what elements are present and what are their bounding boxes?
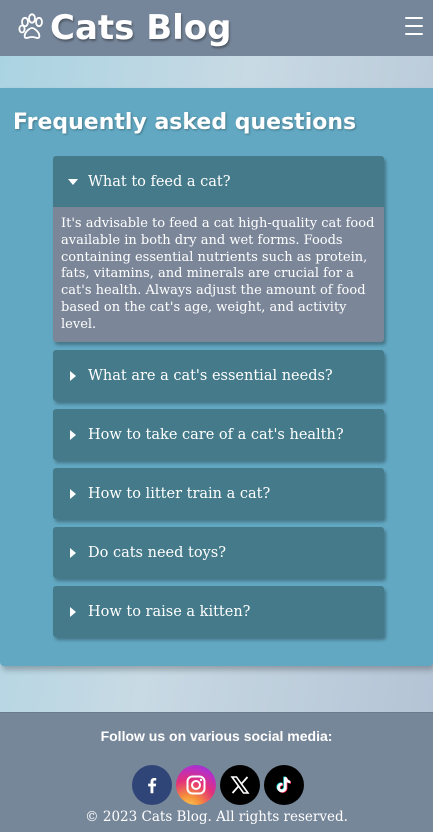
chevron-right-icon xyxy=(68,547,80,558)
hamburger-menu-icon[interactable] xyxy=(405,17,423,35)
hamburger-line xyxy=(405,17,423,19)
hamburger-line xyxy=(405,33,423,35)
faq-question-text: What are a cat's essential needs? xyxy=(88,367,333,384)
chevron-right-icon xyxy=(68,488,80,499)
faq-item: Do cats need toys? xyxy=(53,527,384,578)
faq-question-text: What to feed a cat? xyxy=(88,173,231,190)
copyright-text: © 2023 Cats Blog. All rights reserved. xyxy=(85,809,348,825)
faq-item: What to feed a cat? It's advisable to fe… xyxy=(53,156,384,342)
faq-answer: It's advisable to feed a cat high-qualit… xyxy=(53,207,384,342)
instagram-icon[interactable] xyxy=(176,765,216,805)
faq-question-text: How to raise a kitten? xyxy=(88,603,251,620)
faq-question-toggle[interactable]: How to take care of a cat's health? xyxy=(53,409,384,460)
faq-item: How to litter train a cat? xyxy=(53,468,384,519)
faq-item: How to raise a kitten? xyxy=(53,586,384,637)
facebook-icon[interactable] xyxy=(132,765,172,805)
site-logo[interactable]: Cats Blog xyxy=(16,8,232,48)
hamburger-line xyxy=(405,25,423,27)
faq-question-toggle[interactable]: Do cats need toys? xyxy=(53,527,384,578)
faq-question-toggle[interactable]: How to litter train a cat? xyxy=(53,468,384,519)
x-icon[interactable] xyxy=(220,765,260,805)
faq-item: What are a cat's essential needs? xyxy=(53,350,384,401)
chevron-right-icon xyxy=(68,370,80,381)
follow-us-text: Follow us on various social media: xyxy=(100,728,333,744)
faq-question-toggle[interactable]: What to feed a cat? xyxy=(53,156,384,207)
chevron-right-icon xyxy=(68,606,80,617)
site-header: Cats Blog xyxy=(0,0,433,56)
social-links xyxy=(132,765,304,805)
faq-list: What to feed a cat? It's advisable to fe… xyxy=(53,156,384,645)
faq-heading: Frequently asked questions xyxy=(13,110,357,135)
chevron-down-icon xyxy=(68,178,80,185)
faq-question-toggle[interactable]: What are a cat's essential needs? xyxy=(53,350,384,401)
faq-question-toggle[interactable]: How to raise a kitten? xyxy=(53,586,384,637)
site-title: Cats Blog xyxy=(50,8,232,48)
faq-question-text: How to litter train a cat? xyxy=(88,485,271,502)
paw-icon xyxy=(18,13,43,39)
faq-question-text: How to take care of a cat's health? xyxy=(88,426,344,443)
faq-question-text: Do cats need toys? xyxy=(88,544,226,561)
tiktok-icon[interactable] xyxy=(264,765,304,805)
faq-panel: Frequently asked questions What to feed … xyxy=(0,88,433,666)
site-footer: Follow us on various social media: © 202… xyxy=(0,712,433,832)
chevron-right-icon xyxy=(68,429,80,440)
faq-item: How to take care of a cat's health? xyxy=(53,409,384,460)
